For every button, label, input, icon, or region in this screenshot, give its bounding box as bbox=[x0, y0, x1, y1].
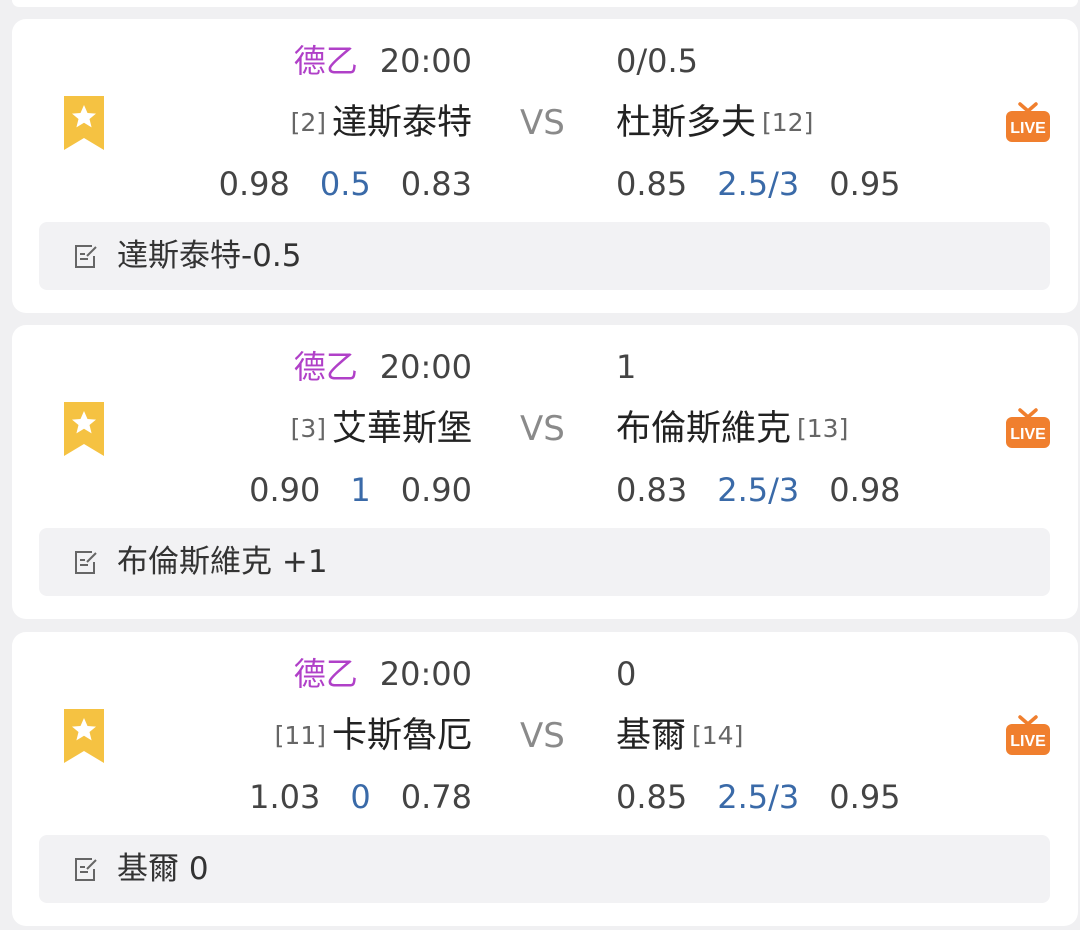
odds-line: 2.5/3 bbox=[717, 471, 800, 509]
tip-text: 達斯泰特-0.5 bbox=[117, 238, 302, 274]
handicap-line: 1 bbox=[616, 348, 637, 386]
over-under-odds: 0.85 2.5/3 0.95 bbox=[616, 164, 901, 204]
away-rank: [14] bbox=[692, 721, 744, 750]
bookmark-star-icon[interactable] bbox=[64, 402, 104, 456]
previous-card-edge bbox=[12, 0, 1078, 7]
note-edit-icon bbox=[75, 858, 97, 881]
tip-box[interactable]: 達斯泰特-0.5 bbox=[39, 222, 1050, 290]
vs-label: VS bbox=[520, 716, 565, 756]
kickoff-time: 20:00 bbox=[379, 655, 472, 693]
match-card[interactable]: 德乙 20:00 0 [11] 卡斯魯厄 VS 基爾 [14] 1.03 0 0.78 0… bbox=[12, 632, 1078, 926]
over-under-odds: 0.85 2.5/3 0.95 bbox=[616, 777, 901, 817]
odds-value: 0.83 bbox=[616, 471, 688, 509]
handicap-odds: 0.90 1 0.90 bbox=[249, 470, 472, 510]
away-team-name: 布倫斯維克 bbox=[616, 409, 792, 449]
handicap-odds: 0.98 0.5 0.83 bbox=[219, 164, 472, 204]
live-tv-icon[interactable]: LIVE bbox=[1006, 715, 1050, 755]
odds-value: 0.83 bbox=[400, 165, 472, 203]
odds-value: 0.95 bbox=[829, 778, 901, 816]
odds-line: 2.5/3 bbox=[717, 778, 800, 816]
live-label: LIVE bbox=[1010, 426, 1046, 443]
kickoff-time: 20:00 bbox=[379, 348, 472, 386]
odds-line: 0.5 bbox=[319, 165, 371, 203]
bookmark-star-icon[interactable] bbox=[64, 709, 104, 763]
odds-value: 0.85 bbox=[616, 165, 688, 203]
live-label: LIVE bbox=[1010, 733, 1046, 750]
odds-value: 0.85 bbox=[616, 778, 688, 816]
home-team-name: 卡斯魯厄 bbox=[331, 716, 472, 756]
vs-label: VS bbox=[520, 409, 565, 449]
note-edit-icon bbox=[75, 551, 97, 574]
handicap-odds: 1.03 0 0.78 bbox=[249, 777, 472, 817]
away-team: 基爾 [14] bbox=[616, 716, 743, 756]
live-tv-icon[interactable]: LIVE bbox=[1006, 102, 1050, 142]
tip-text: 基爾 0 bbox=[117, 851, 209, 887]
league-time: 德乙 20:00 bbox=[294, 41, 472, 81]
vs-label: VS bbox=[520, 103, 565, 143]
match-card[interactable]: 德乙 20:00 0/0.5 [2] 達斯泰特 VS 杜斯多夫 [12] 0.98 0.… bbox=[12, 19, 1078, 313]
away-team-name: 基爾 bbox=[616, 716, 687, 756]
live-label: LIVE bbox=[1010, 120, 1046, 137]
odds-value: 1.03 bbox=[249, 778, 321, 816]
league-time: 德乙 20:00 bbox=[294, 654, 472, 694]
away-team: 布倫斯維克 [13] bbox=[616, 409, 848, 449]
bookmark-star-icon[interactable] bbox=[64, 96, 104, 150]
odds-value: 0.98 bbox=[829, 471, 901, 509]
home-team: [11] 卡斯魯厄 bbox=[275, 716, 472, 756]
away-team-name: 杜斯多夫 bbox=[616, 103, 757, 143]
home-rank: [3] bbox=[290, 414, 326, 443]
league-name: 德乙 bbox=[293, 348, 358, 386]
odds-line: 1 bbox=[350, 471, 371, 509]
away-rank: [13] bbox=[797, 414, 849, 443]
odds-value: 0.78 bbox=[400, 778, 472, 816]
home-team-name: 艾華斯堡 bbox=[331, 409, 472, 449]
tip-box[interactable]: 基爾 0 bbox=[39, 835, 1050, 903]
tip-box[interactable]: 布倫斯維克 +1 bbox=[39, 528, 1050, 596]
handicap-line: 0 bbox=[616, 655, 637, 693]
away-rank: [12] bbox=[762, 108, 814, 137]
odds-line: 0 bbox=[350, 778, 371, 816]
kickoff-time: 20:00 bbox=[379, 42, 472, 80]
home-team: [3] 艾華斯堡 bbox=[291, 409, 472, 449]
league-name: 德乙 bbox=[293, 42, 358, 80]
odds-value: 0.98 bbox=[218, 165, 290, 203]
home-rank: [11] bbox=[274, 721, 326, 750]
league-name: 德乙 bbox=[293, 655, 358, 693]
tip-text: 布倫斯維克 +1 bbox=[117, 544, 328, 580]
away-team: 杜斯多夫 [12] bbox=[616, 103, 813, 143]
odds-value: 0.90 bbox=[400, 471, 472, 509]
live-tv-icon[interactable]: LIVE bbox=[1006, 408, 1050, 448]
over-under-odds: 0.83 2.5/3 0.98 bbox=[616, 470, 901, 510]
home-team-name: 達斯泰特 bbox=[331, 103, 472, 143]
note-edit-icon bbox=[75, 245, 97, 268]
home-rank: [2] bbox=[290, 108, 326, 137]
handicap-line: 0/0.5 bbox=[616, 42, 699, 80]
league-time: 德乙 20:00 bbox=[294, 347, 472, 387]
match-card[interactable]: 德乙 20:00 1 [3] 艾華斯堡 VS 布倫斯維克 [13] 0.90 1 0.90… bbox=[12, 325, 1078, 619]
odds-line: 2.5/3 bbox=[717, 165, 800, 203]
odds-value: 0.95 bbox=[829, 165, 901, 203]
odds-value: 0.90 bbox=[249, 471, 321, 509]
home-team: [2] 達斯泰特 bbox=[291, 103, 472, 143]
